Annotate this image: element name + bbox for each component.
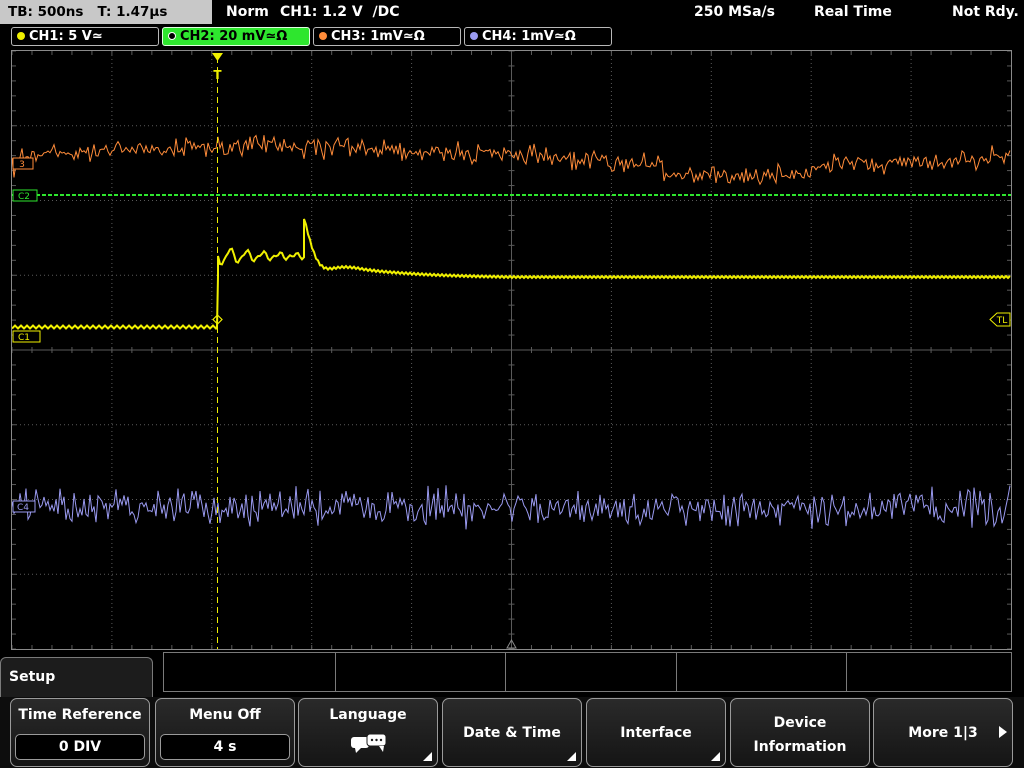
graticule-grid <box>12 51 1011 649</box>
channel-tab-label: CH4: 1mV≃Ω <box>482 29 576 44</box>
interface-button[interactable]: Interface <box>586 698 726 767</box>
menu-title-tab: Setup <box>0 657 153 697</box>
waveform-display[interactable]: T 3 C2 C1 C4 TL <box>11 50 1012 650</box>
ch3-marker-label: 3 <box>19 160 25 170</box>
softkey-label: Language <box>329 707 407 723</box>
date-time-button[interactable]: Date & Time <box>442 698 582 767</box>
softkey-label: Menu Off <box>189 707 261 723</box>
ch2-marker-label: C2 <box>18 192 30 202</box>
softkey-label: Date & Time <box>463 725 561 741</box>
acquisition-mode: Real Time <box>814 4 892 20</box>
ch1-dot-icon <box>17 32 25 40</box>
trigger-level-label: TL <box>996 316 1008 326</box>
ch2-dot-icon <box>168 32 176 40</box>
softkey-label-line1: Device <box>773 715 827 731</box>
menu-off-button[interactable]: Menu Off 4 s <box>155 698 295 767</box>
ch1-offset-marker[interactable]: C1 <box>12 330 41 343</box>
more-button[interactable]: More 1|3 <box>873 698 1013 767</box>
submenu-indicator-icon <box>423 752 432 761</box>
channel-tab-ch3[interactable]: CH3: 1mV≃Ω <box>313 27 461 46</box>
menu-off-value: 4 s <box>160 734 290 760</box>
ch3-offset-marker[interactable]: 3 <box>12 157 34 170</box>
next-page-arrow-icon <box>999 726 1007 738</box>
softkey-label: Time Reference <box>18 707 142 723</box>
ch1-marker-label: C1 <box>18 333 30 343</box>
channel-tab-label: CH1: 5 V≃ <box>29 29 103 44</box>
trigger-position-marker[interactable]: T <box>212 53 223 82</box>
channel-tab-label: CH2: 20 mV≃Ω <box>180 29 288 44</box>
language-button[interactable]: Language <box>298 698 438 767</box>
ch3-dot-icon <box>319 32 327 40</box>
ch4-marker-label: C4 <box>17 503 29 513</box>
trigger-state: Not Rdy. <box>952 4 1019 20</box>
softkey-label: Device Information <box>731 711 869 759</box>
sample-rate: 250 MSa/s <box>694 4 776 20</box>
menu-title: Setup <box>9 669 56 685</box>
channel-tab-ch1[interactable]: CH1: 5 V≃ <box>11 27 159 46</box>
softkey-info-grid <box>163 652 1012 692</box>
softkey-label-line2: Information <box>753 739 847 755</box>
channel-tab-ch2[interactable]: CH2: 20 mV≃Ω <box>162 27 310 46</box>
trigger-position-label: T <box>213 68 222 82</box>
submenu-indicator-icon <box>567 752 576 761</box>
device-information-button[interactable]: Device Information <box>730 698 870 767</box>
channel-tab-label: CH3: 1mV≃Ω <box>331 29 425 44</box>
trigger-level-marker[interactable]: TL <box>989 312 1011 327</box>
time-reference-button[interactable]: Time Reference 0 DIV <box>10 698 150 767</box>
submenu-indicator-icon <box>711 752 720 761</box>
ch4-offset-marker[interactable]: C4 <box>12 500 36 513</box>
timebase-readout[interactable]: TB: 500ns T: 1.47µs <box>0 0 212 24</box>
channel-tab-ch4[interactable]: CH4: 1mV≃Ω <box>464 27 612 46</box>
trigger-mode[interactable]: Norm <box>226 0 269 24</box>
ch4-dot-icon <box>470 32 478 40</box>
speech-bubbles-icon <box>351 733 387 753</box>
time-reference-value: 0 DIV <box>15 734 145 760</box>
softkey-label: Interface <box>620 725 692 741</box>
trigger-source[interactable]: CH1: 1.2 V ∕DC <box>280 0 399 24</box>
ch2-offset-marker[interactable]: C2 <box>12 189 38 202</box>
status-bar: TB: 500ns T: 1.47µs Norm CH1: 1.2 V ∕DC … <box>0 0 1024 24</box>
softkey-label: More 1|3 <box>908 725 978 741</box>
